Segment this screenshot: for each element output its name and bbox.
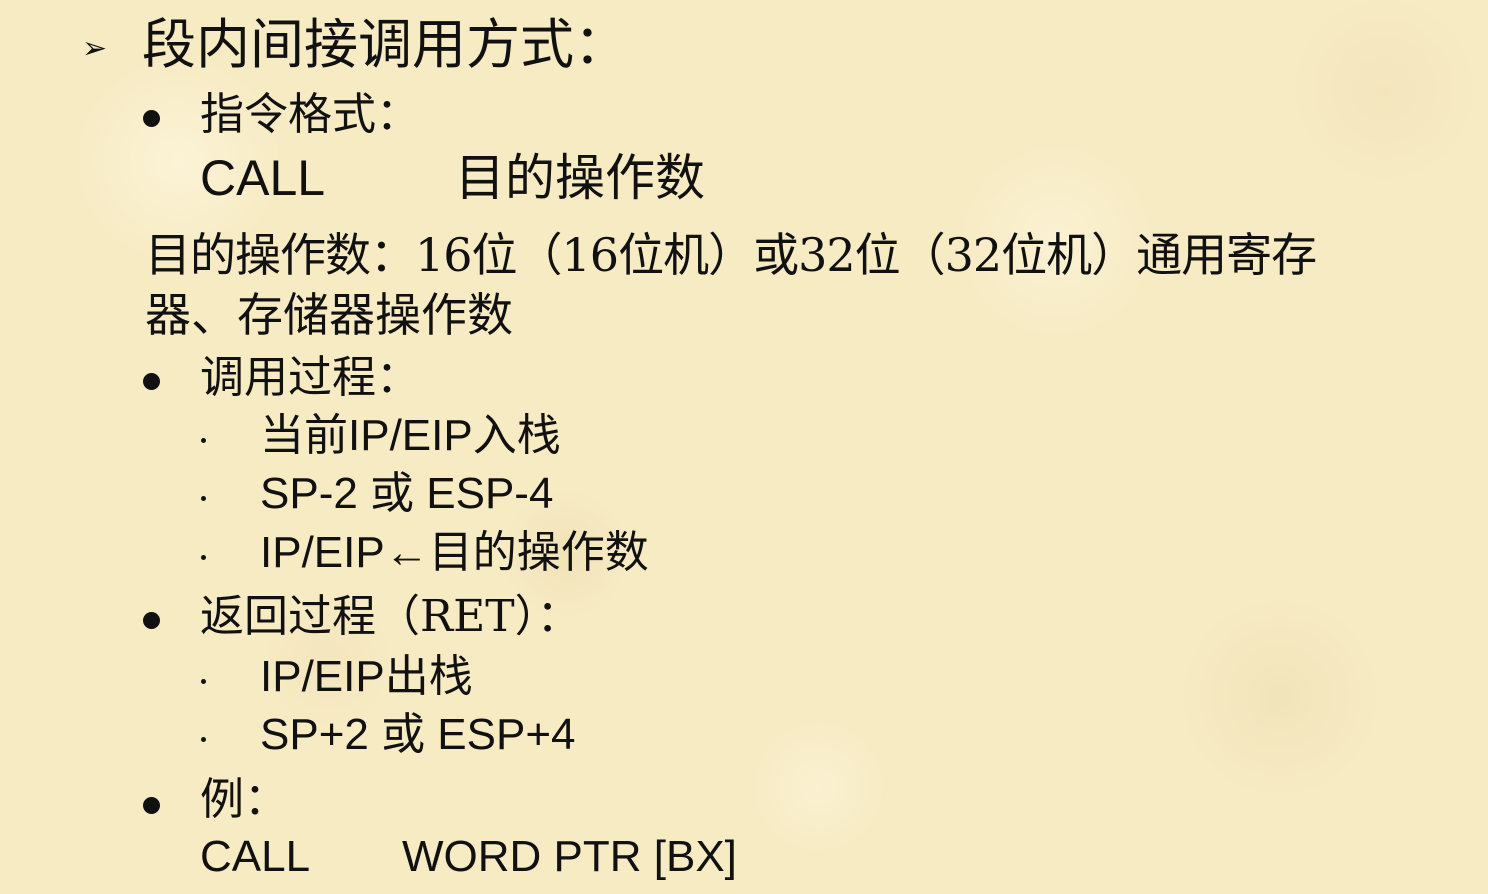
instruction-format-heading: 指令格式： <box>200 89 420 140</box>
call-step-1: 当前IP/EIP入栈 <box>260 411 561 460</box>
call-step-2: SP-2 或 ESP-4 <box>260 469 554 518</box>
call-step-3: IP/EIP←目的操作数 <box>260 528 649 577</box>
sub-bullet-icon <box>201 555 206 560</box>
sub-bullet-icon <box>201 438 206 443</box>
return-step-1: IP/EIP出栈 <box>260 652 473 701</box>
bullet-icon <box>143 110 160 127</box>
operand-description-line1: 目的操作数：16位（16位机）或32位（32位机）通用寄存 <box>145 228 1317 282</box>
bullet-icon <box>143 797 160 814</box>
operand-description-line2: 器、存储器操作数 <box>145 288 513 342</box>
sub-bullet-icon <box>201 737 206 742</box>
slide-title: 段内间接调用方式： <box>142 13 628 76</box>
return-process-heading: 返回过程（RET）： <box>200 591 581 642</box>
slide: ➢ 段内间接调用方式： 指令格式： CALL 目的操作数 目的操作数：16位（1… <box>0 0 1488 894</box>
instruction-format-arg: 目的操作数 <box>455 149 705 207</box>
bullet-icon <box>143 612 160 629</box>
sub-bullet-icon <box>201 679 206 684</box>
example-op: CALL <box>200 832 311 881</box>
call-process-heading: 调用过程： <box>200 352 420 403</box>
instruction-format-op: CALL <box>200 150 326 206</box>
example-heading: 例： <box>200 774 288 825</box>
title-arrow-icon: ➢ <box>82 31 108 66</box>
bullet-icon <box>143 373 160 390</box>
sub-bullet-icon <box>201 496 206 501</box>
example-arg: WORD PTR [BX] <box>402 832 737 881</box>
return-step-2: SP+2 或 ESP+4 <box>260 710 576 759</box>
